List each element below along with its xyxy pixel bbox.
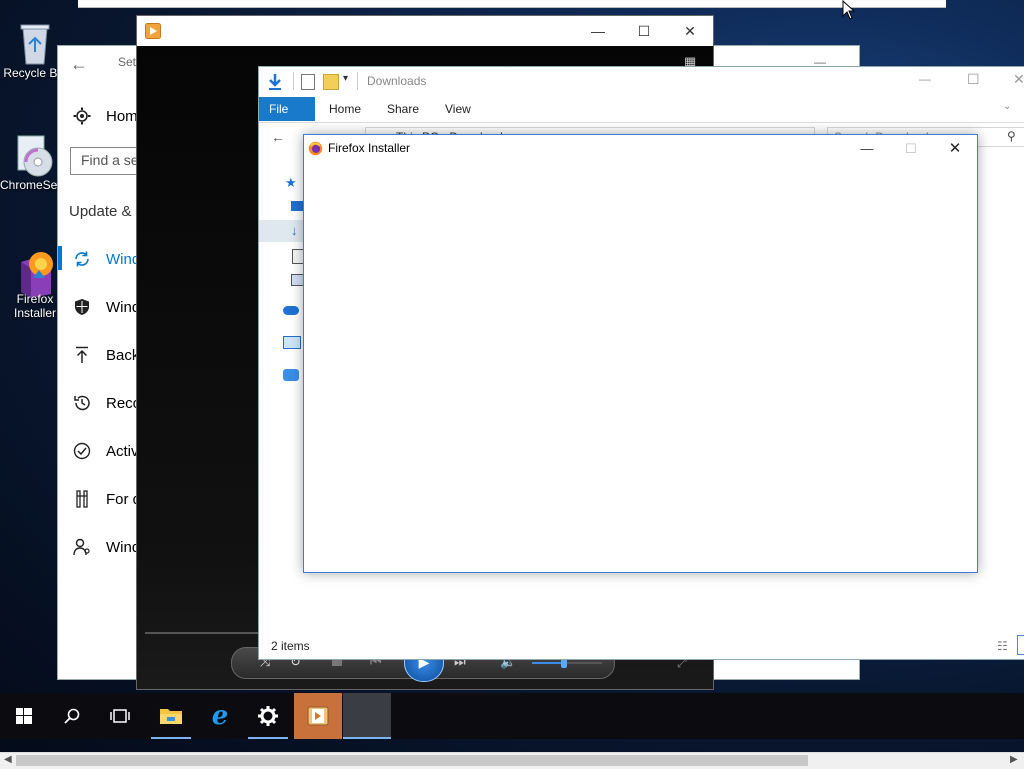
- gear-icon: [72, 106, 92, 126]
- recycle-bin-icon: [15, 22, 55, 65]
- taskbar-internet-explorer[interactable]: e: [196, 693, 244, 739]
- start-button[interactable]: [0, 693, 48, 739]
- taskbar-search-button[interactable]: [48, 693, 96, 739]
- refresh-icon: [72, 249, 92, 269]
- desktop-icon-chromesetup[interactable]: ChromeSetup: [0, 134, 64, 192]
- minimize-button[interactable]: —: [575, 16, 621, 46]
- large-icons-view-icon[interactable]: [1017, 635, 1024, 655]
- scroll-right-icon[interactable]: ▶: [1010, 754, 1018, 765]
- scroll-left-icon[interactable]: ◀: [4, 754, 12, 765]
- desktop-icon-label: ChromeSetup: [0, 178, 64, 192]
- mouse-cursor-icon: [842, 0, 856, 23]
- explorer-title: Downloads: [367, 74, 427, 88]
- close-button[interactable]: ✕: [1013, 71, 1024, 88]
- background-window-edge: [78, 0, 946, 8]
- toolbar-separator: [293, 72, 294, 90]
- ribbon-tab-share[interactable]: Share: [377, 97, 429, 121]
- firefox-installer-icon: [15, 248, 55, 298]
- maximize-button[interactable]: ☐: [621, 16, 667, 46]
- back-arrow-icon[interactable]: ←: [70, 54, 88, 75]
- status-item-count: 2 items: [271, 639, 310, 653]
- this-pc-icon[interactable]: [283, 336, 301, 349]
- settings-home[interactable]: Home: [72, 104, 146, 128]
- quick-access-star-icon[interactable]: ★: [285, 175, 297, 191]
- taskbar-file-explorer[interactable]: [147, 693, 195, 739]
- history-icon: [72, 393, 92, 413]
- properties-icon[interactable]: [301, 74, 315, 90]
- installer-titlebar[interactable]: Firefox Installer — ☐ ✕: [304, 135, 977, 163]
- backup-arrow-icon: [72, 345, 92, 365]
- close-button[interactable]: ✕: [667, 16, 713, 46]
- task-view-button[interactable]: [96, 693, 144, 739]
- scrollbar-thumb[interactable]: [16, 755, 808, 766]
- firefox-logo-icon: [308, 141, 323, 156]
- tools-icon: [72, 489, 92, 509]
- installer-title: Firefox Installer: [328, 141, 411, 155]
- volume-fill: [532, 662, 564, 664]
- maximize-button-disabled: ☐: [905, 141, 917, 156]
- check-circle-icon: [72, 441, 92, 461]
- explorer-titlebar[interactable]: ▾ Downloads — ☐ ✕: [259, 67, 1024, 97]
- ribbon-tab-view[interactable]: View: [435, 97, 481, 121]
- ribbon-tab-file[interactable]: File: [259, 97, 315, 121]
- toolbar-separator: [357, 72, 358, 90]
- maximize-button[interactable]: ☐: [967, 71, 980, 88]
- firefox-installer-task[interactable]: [343, 693, 391, 739]
- start-icon: [16, 708, 32, 724]
- desktop-folder-icon[interactable]: [291, 201, 303, 211]
- task-view-icon: [110, 709, 130, 723]
- downloads-folder-icon[interactable]: ↓: [291, 223, 298, 238]
- minimize-button[interactable]: —: [845, 135, 889, 163]
- ribbon-tab-home[interactable]: Home: [319, 97, 371, 121]
- taskbar: e: [0, 693, 1024, 739]
- internet-explorer-icon: e: [211, 701, 229, 731]
- firefox-installer-window[interactable]: Firefox Installer — ☐ ✕: [303, 134, 978, 573]
- running-indicator: [151, 737, 191, 739]
- running-indicator: [248, 737, 288, 739]
- onedrive-icon[interactable]: [283, 306, 299, 315]
- taskbar-settings[interactable]: [244, 693, 292, 739]
- horizontal-scrollbar[interactable]: ◀ ▶: [0, 752, 1024, 769]
- media-player-app-icon: [145, 23, 161, 39]
- shield-icon: [72, 297, 92, 317]
- download-arrow-icon: [267, 73, 283, 94]
- expand-ribbon-icon[interactable]: ⌄: [1003, 101, 1011, 112]
- taskbar-media-player[interactable]: [294, 693, 342, 739]
- media-player-icon: [307, 706, 329, 726]
- minimize-button[interactable]: —: [919, 72, 931, 86]
- setup-disc-icon: [12, 134, 53, 177]
- installer-content-area: [304, 163, 977, 572]
- close-button[interactable]: ✕: [933, 135, 977, 163]
- player-titlebar[interactable]: — ☐ ✕: [137, 16, 713, 46]
- details-view-icon[interactable]: ☷: [997, 639, 1008, 653]
- volume-track[interactable]: [532, 658, 602, 668]
- search-icon: [64, 708, 80, 724]
- ribbon-divider: [259, 122, 1024, 123]
- person-icon: [72, 537, 92, 557]
- quick-access-dropdown-icon[interactable]: ▾: [343, 73, 348, 84]
- selected-indicator: [58, 246, 62, 270]
- back-arrow-icon[interactable]: ←: [271, 129, 285, 145]
- running-indicator: [343, 737, 391, 739]
- new-folder-icon[interactable]: [323, 74, 339, 90]
- network-icon[interactable]: [283, 369, 299, 381]
- search-icon: ⚲: [1007, 129, 1016, 143]
- settings-gear-icon: [258, 706, 278, 726]
- file-explorer-icon: [160, 709, 182, 724]
